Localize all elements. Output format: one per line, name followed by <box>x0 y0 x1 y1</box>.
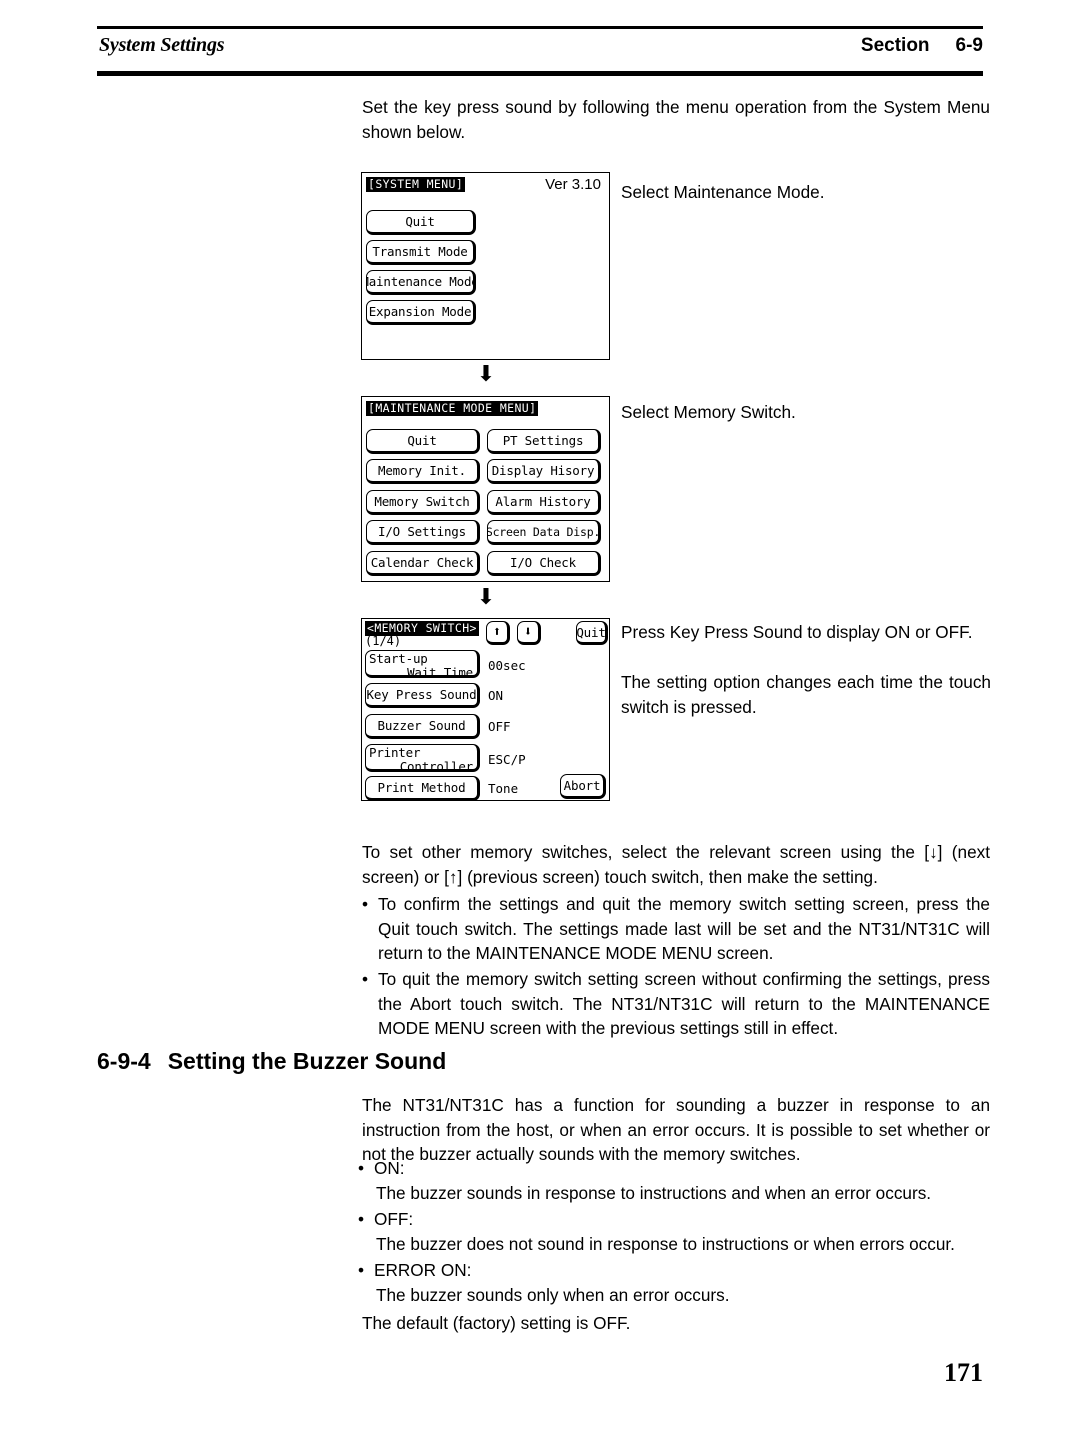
system-menu-button-quit[interactable]: Quit <box>366 210 476 235</box>
maintenance-menu-button-display-history[interactable]: Display Hisory <box>487 459 601 484</box>
default-setting-note: The default (factory) setting is OFF. <box>362 1313 631 1333</box>
option-off: • OFF: <box>358 1207 990 1232</box>
bullet-dot: • <box>358 1209 365 1229</box>
memory-switch-row-value-printer-controller: ESC/P <box>488 752 526 767</box>
note-bullet-quit-text: To confirm the settings and quit the mem… <box>378 894 990 964</box>
memory-switch-screen: <MEMORY SWITCH> (1/4) ⬆ ⬇ Quit Start-up … <box>361 618 610 801</box>
memory-switch-row-value-start-up-wait-time: 00sec <box>488 658 526 673</box>
memory-switch-row-label-key-press-sound[interactable]: Key Press Sound <box>365 683 480 708</box>
maintenance-menu-button-calendar-check[interactable]: Calendar Check <box>366 551 480 576</box>
header-rule-top <box>97 26 983 29</box>
option-error-on: • ERROR ON: <box>358 1258 990 1283</box>
memory-switch-scroll-down-button[interactable]: ⬇ <box>517 621 541 645</box>
memory-switch-row-label-start-up-wait-time[interactable]: Start-up Wait Time <box>365 650 480 678</box>
header-rule-bottom <box>97 71 983 76</box>
row-label-line2: Controller <box>399 758 473 772</box>
system-menu-button-expansion-mode[interactable]: Expansion Mode <box>366 300 476 325</box>
header-section-label: Section <box>860 35 930 56</box>
flow-arrow-down-icon-1: ⬇ <box>476 361 496 386</box>
section-heading: 6-9-4 Setting the Buzzer Sound <box>97 1048 446 1075</box>
intro-paragraph: Set the key press sound by following the… <box>362 97 990 142</box>
system-menu-button-maintenance-mode[interactable]: Maintenance Mode <box>366 270 476 295</box>
note-bullet-abort-text: To quit the memory switch setting screen… <box>378 969 990 1039</box>
system-menu-caption: Select Maintenance Mode. <box>621 182 825 202</box>
note-bullet-quit: • To confirm the settings and quit the m… <box>362 892 990 966</box>
maintenance-menu-screen: [MAINTENANCE MODE MENU] Quit Memory Init… <box>361 396 610 582</box>
row-label-line1: Printer <box>369 745 421 760</box>
memory-switch-row-label-print-method[interactable]: Print Method <box>365 776 480 801</box>
memory-switch-row-value-buzzer-sound: OFF <box>488 719 511 734</box>
option-off-name: OFF: <box>374 1209 414 1229</box>
row-label-line2: Wait Time <box>407 664 473 678</box>
header-document-title: System Settings <box>99 34 225 56</box>
flow-arrow-down-icon-2: ⬇ <box>476 584 496 609</box>
system-menu-button-transmit-mode[interactable]: Transmit Mode <box>366 240 476 265</box>
section-heading-number: 6-9-4 <box>97 1048 151 1074</box>
memory-switch-row-label-printer-controller[interactable]: Printer Controller <box>365 744 480 772</box>
maintenance-menu-button-io-check[interactable]: I/O Check <box>487 551 601 576</box>
note-other-switches: To set other memory switches, select the… <box>362 842 990 887</box>
maintenance-menu-button-quit[interactable]: Quit <box>366 429 480 454</box>
memory-switch-row-value-key-press-sound: ON <box>488 688 504 703</box>
option-on-name: ON: <box>374 1158 405 1178</box>
memory-switch-scroll-up-button[interactable]: ⬆ <box>486 621 510 645</box>
section-heading-title: Setting the Buzzer Sound <box>167 1048 447 1074</box>
option-off-description: The buzzer does not sound in response to… <box>376 1234 955 1254</box>
arrow-down-icon: ⬇ <box>523 624 533 640</box>
row-label-line1: Start-up <box>369 651 428 666</box>
memory-switch-abort-button[interactable]: Abort <box>560 774 606 799</box>
memory-switch-row-value-print-method: Tone <box>488 781 519 796</box>
memory-switch-page-indicator: (1/4) <box>365 634 402 648</box>
maintenance-menu-caption: Select Memory Switch. <box>621 402 796 422</box>
bullet-dot: • <box>362 894 369 914</box>
maintenance-menu-button-io-settings[interactable]: I/O Settings <box>366 520 480 545</box>
memory-switch-caption-1: Press Key Press Sound to display ON or O… <box>621 622 973 642</box>
page-number: 171 <box>944 1358 983 1387</box>
system-menu-version: Ver 3.10 <box>545 176 601 193</box>
memory-switch-row-label-buzzer-sound[interactable]: Buzzer Sound <box>365 714 480 739</box>
bullet-dot: • <box>358 1260 365 1280</box>
note-bullet-abort: • To quit the memory switch setting scre… <box>362 967 990 1041</box>
memory-switch-quit-button[interactable]: Quit <box>576 621 608 645</box>
bullet-dot: • <box>362 969 369 989</box>
system-menu-screen: [SYSTEM MENU] Ver 3.10 Quit Transmit Mod… <box>361 172 610 360</box>
option-on-description: The buzzer sounds in response to instruc… <box>376 1183 932 1203</box>
option-on: • ON: <box>358 1156 990 1181</box>
header-section-number: 6-9 <box>955 35 983 56</box>
page-header: System Settings Section 6-9 <box>97 26 983 76</box>
option-error-on-name: ERROR ON: <box>374 1260 472 1280</box>
maintenance-menu-button-pt-settings[interactable]: PT Settings <box>487 429 601 454</box>
maintenance-menu-button-memory-switch[interactable]: Memory Switch <box>366 490 480 515</box>
maintenance-menu-button-alarm-history[interactable]: Alarm History <box>487 490 601 515</box>
bullet-dot: • <box>358 1158 365 1178</box>
memory-switch-caption-2: The setting option changes each time the… <box>621 672 991 717</box>
option-error-on-description: The buzzer sounds only when an error occ… <box>376 1285 730 1305</box>
system-menu-title: [SYSTEM MENU] <box>366 177 466 192</box>
maintenance-menu-title: [MAINTENANCE MODE MENU] <box>366 401 539 416</box>
arrow-up-icon: ⬆ <box>492 624 502 640</box>
maintenance-menu-button-memory-init[interactable]: Memory Init. <box>366 459 480 484</box>
header-section-info: Section 6-9 <box>861 35 983 57</box>
maintenance-menu-button-screen-data-disp[interactable]: Screen Data Disp. <box>487 520 601 545</box>
